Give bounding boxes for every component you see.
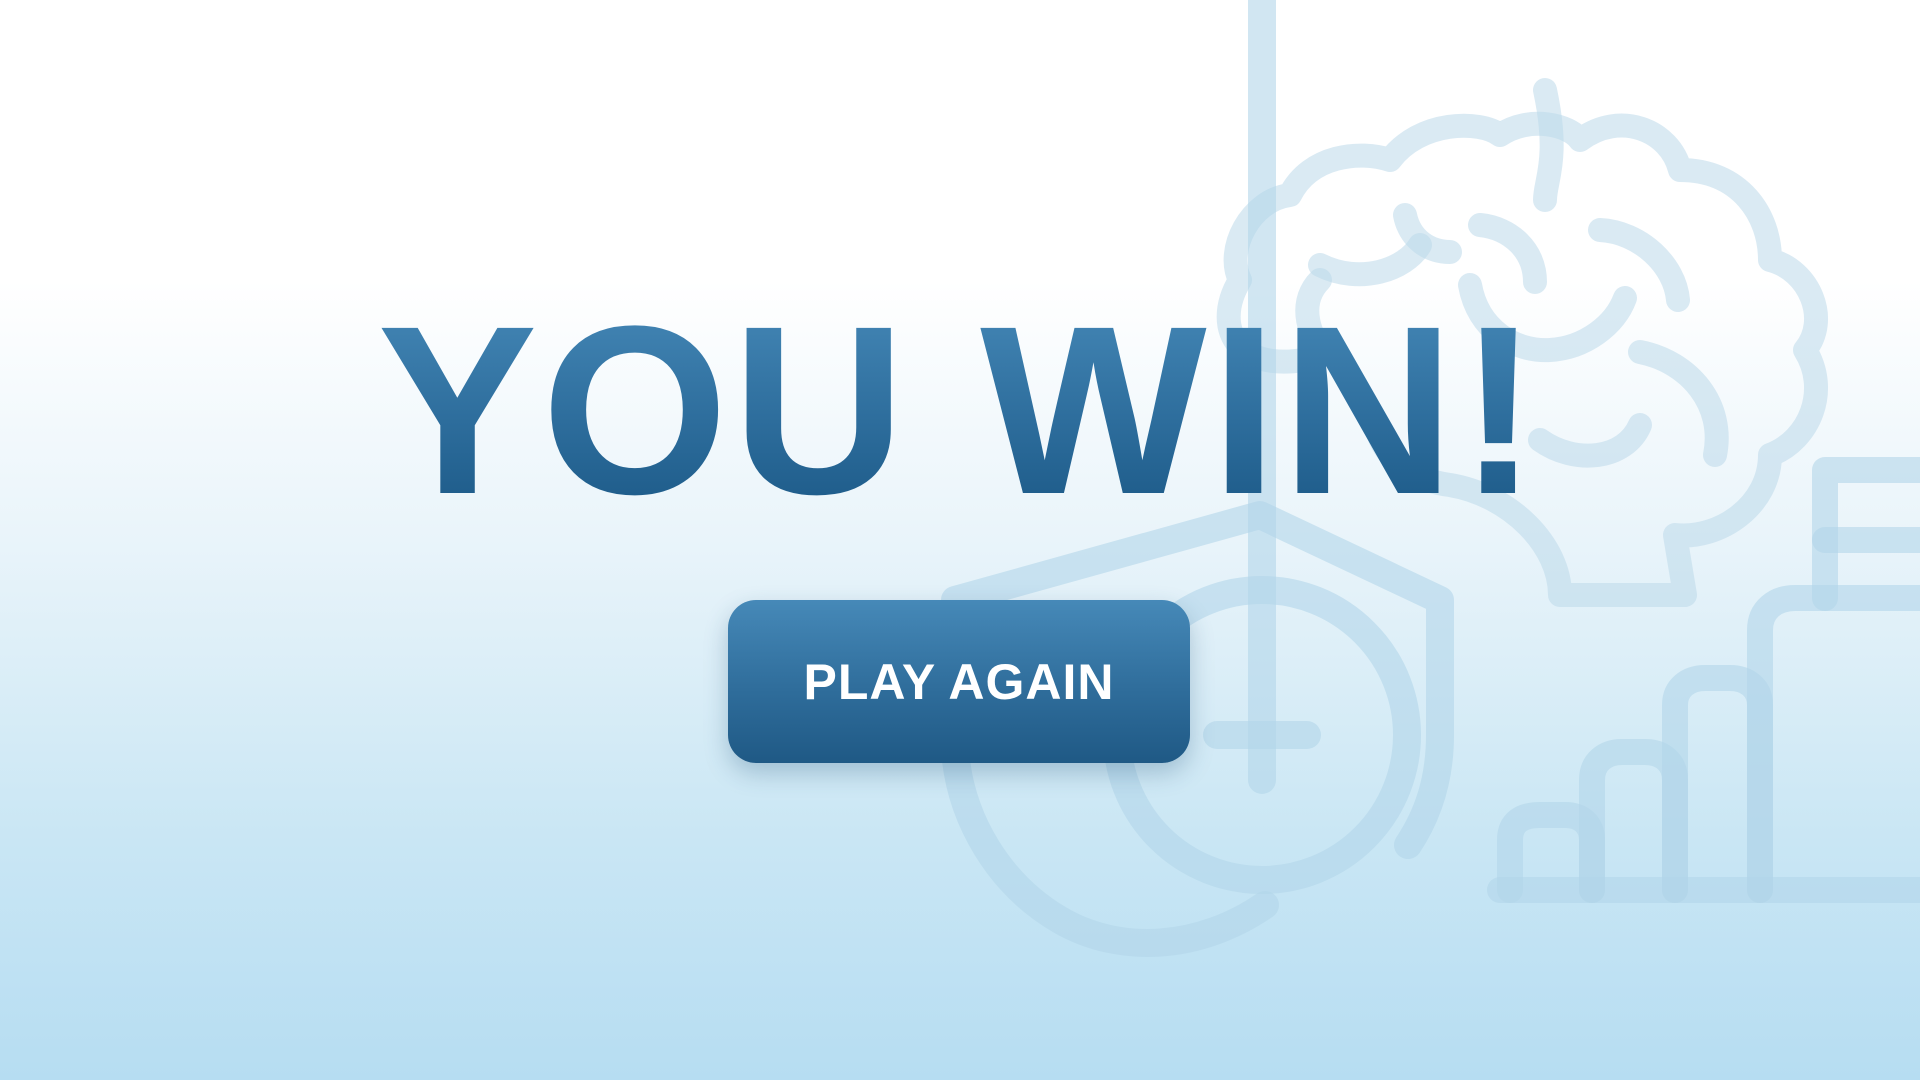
play-again-label: PLAY AGAIN: [803, 653, 1115, 710]
play-again-button[interactable]: PLAY AGAIN: [728, 600, 1190, 763]
bar-chart-flag-icon: [1487, 457, 1920, 903]
win-title: YOU WIN!: [0, 290, 1920, 530]
